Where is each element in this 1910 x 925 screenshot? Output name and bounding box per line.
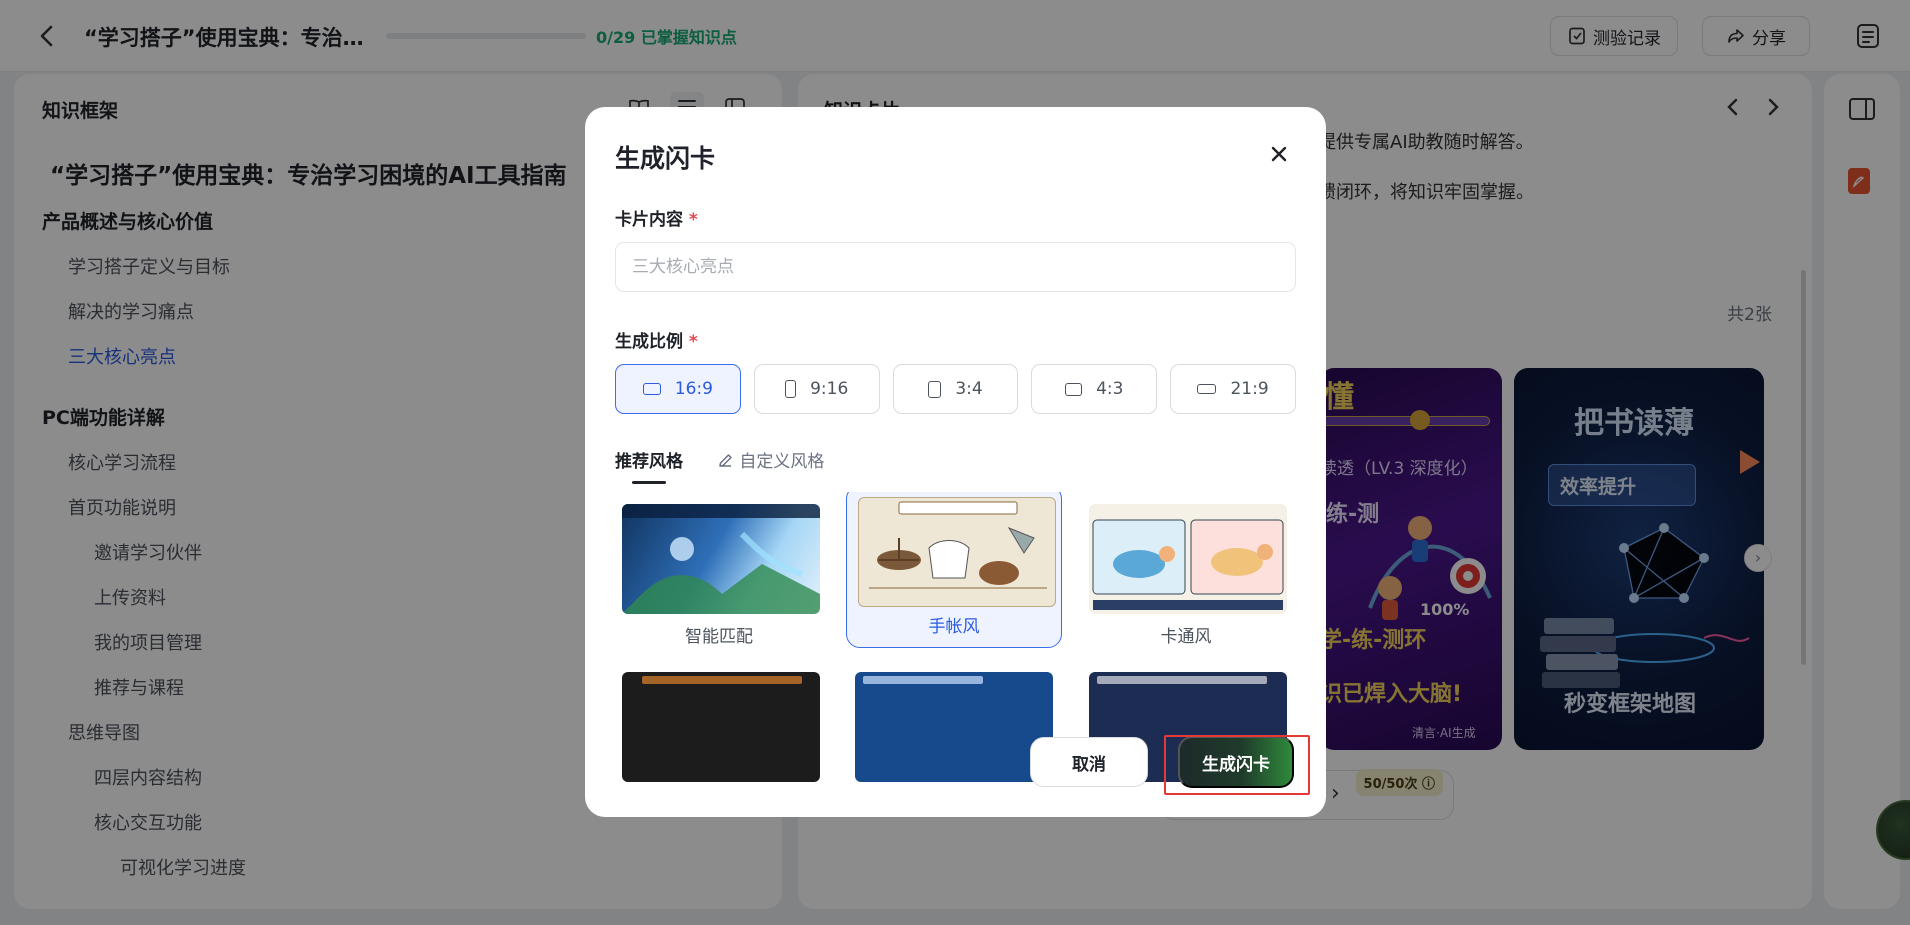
dialog-title: 生成闪卡 [615, 144, 716, 173]
wide-ratio-icon [1197, 384, 1217, 394]
card-content-input[interactable] [615, 242, 1296, 292]
ratio-option-21-9[interactable]: 21:9 [1170, 364, 1296, 414]
style-option-cartoon[interactable]: 卡通风 [1080, 496, 1292, 659]
landscape-ratio-icon [642, 383, 661, 395]
style-preview-image [1089, 504, 1287, 614]
style-option-blueprint[interactable] [846, 664, 1058, 816]
ratio-label: 生成比例 * [615, 327, 698, 352]
ratio-option-label: 4:3 [1096, 379, 1124, 399]
portrait-ratio-icon [928, 380, 942, 398]
style-preview-image [858, 497, 1056, 607]
pencil-icon [719, 454, 732, 467]
style-option-label: 手帐风 [928, 617, 980, 637]
style-option-label: 智能匹配 [685, 627, 753, 647]
generate-flashcard-dialog: 生成闪卡 卡片内容 * 生成比例 * 16:9 9:16 3:4 4:3 21:… [585, 107, 1326, 817]
style-preview-image [855, 672, 1053, 782]
card-content-label: 卡片内容 * [615, 205, 698, 230]
close-icon[interactable] [1266, 141, 1292, 167]
tab-recommended-style[interactable]: 推荐风格 [615, 447, 683, 484]
style-preview-image [622, 672, 820, 782]
card-content-label-text: 卡片内容 [615, 210, 683, 230]
style-preview-image [622, 504, 820, 614]
ratio-option-label: 3:4 [955, 379, 983, 399]
ratio-option-4-3[interactable]: 4:3 [1031, 364, 1158, 414]
ratio-option-16-9[interactable]: 16:9 [615, 364, 741, 414]
landscape-ratio-icon [1065, 382, 1083, 396]
style-option-label: 卡通风 [1160, 627, 1212, 647]
style-tabs: 推荐风格 自定义风格 [615, 447, 824, 484]
ratio-option-9-16[interactable]: 9:16 [753, 364, 880, 414]
tab-custom-style[interactable]: 自定义风格 [717, 447, 824, 484]
cancel-button[interactable]: 取消 [1030, 737, 1148, 787]
style-option-journal[interactable]: 手帐风 [846, 492, 1062, 648]
portrait-ratio-icon [785, 380, 797, 398]
ratio-option-label: 9:16 [810, 379, 849, 399]
ratio-label-text: 生成比例 [615, 332, 683, 352]
required-mark: * [688, 210, 698, 230]
required-mark: * [688, 332, 698, 352]
ratio-option-label: 21:9 [1230, 379, 1269, 399]
ratio-option-3-4[interactable]: 3:4 [892, 364, 1019, 414]
highlight-box [1164, 735, 1310, 795]
style-option-smart-match[interactable]: 智能匹配 [615, 496, 825, 659]
style-option-dark-experiment[interactable] [615, 664, 825, 816]
ratio-selector: 16:9 9:16 3:4 4:3 21:9 [615, 364, 1296, 414]
tab-custom-style-label: 自定义风格 [739, 452, 825, 472]
ratio-option-label: 16:9 [674, 379, 713, 399]
